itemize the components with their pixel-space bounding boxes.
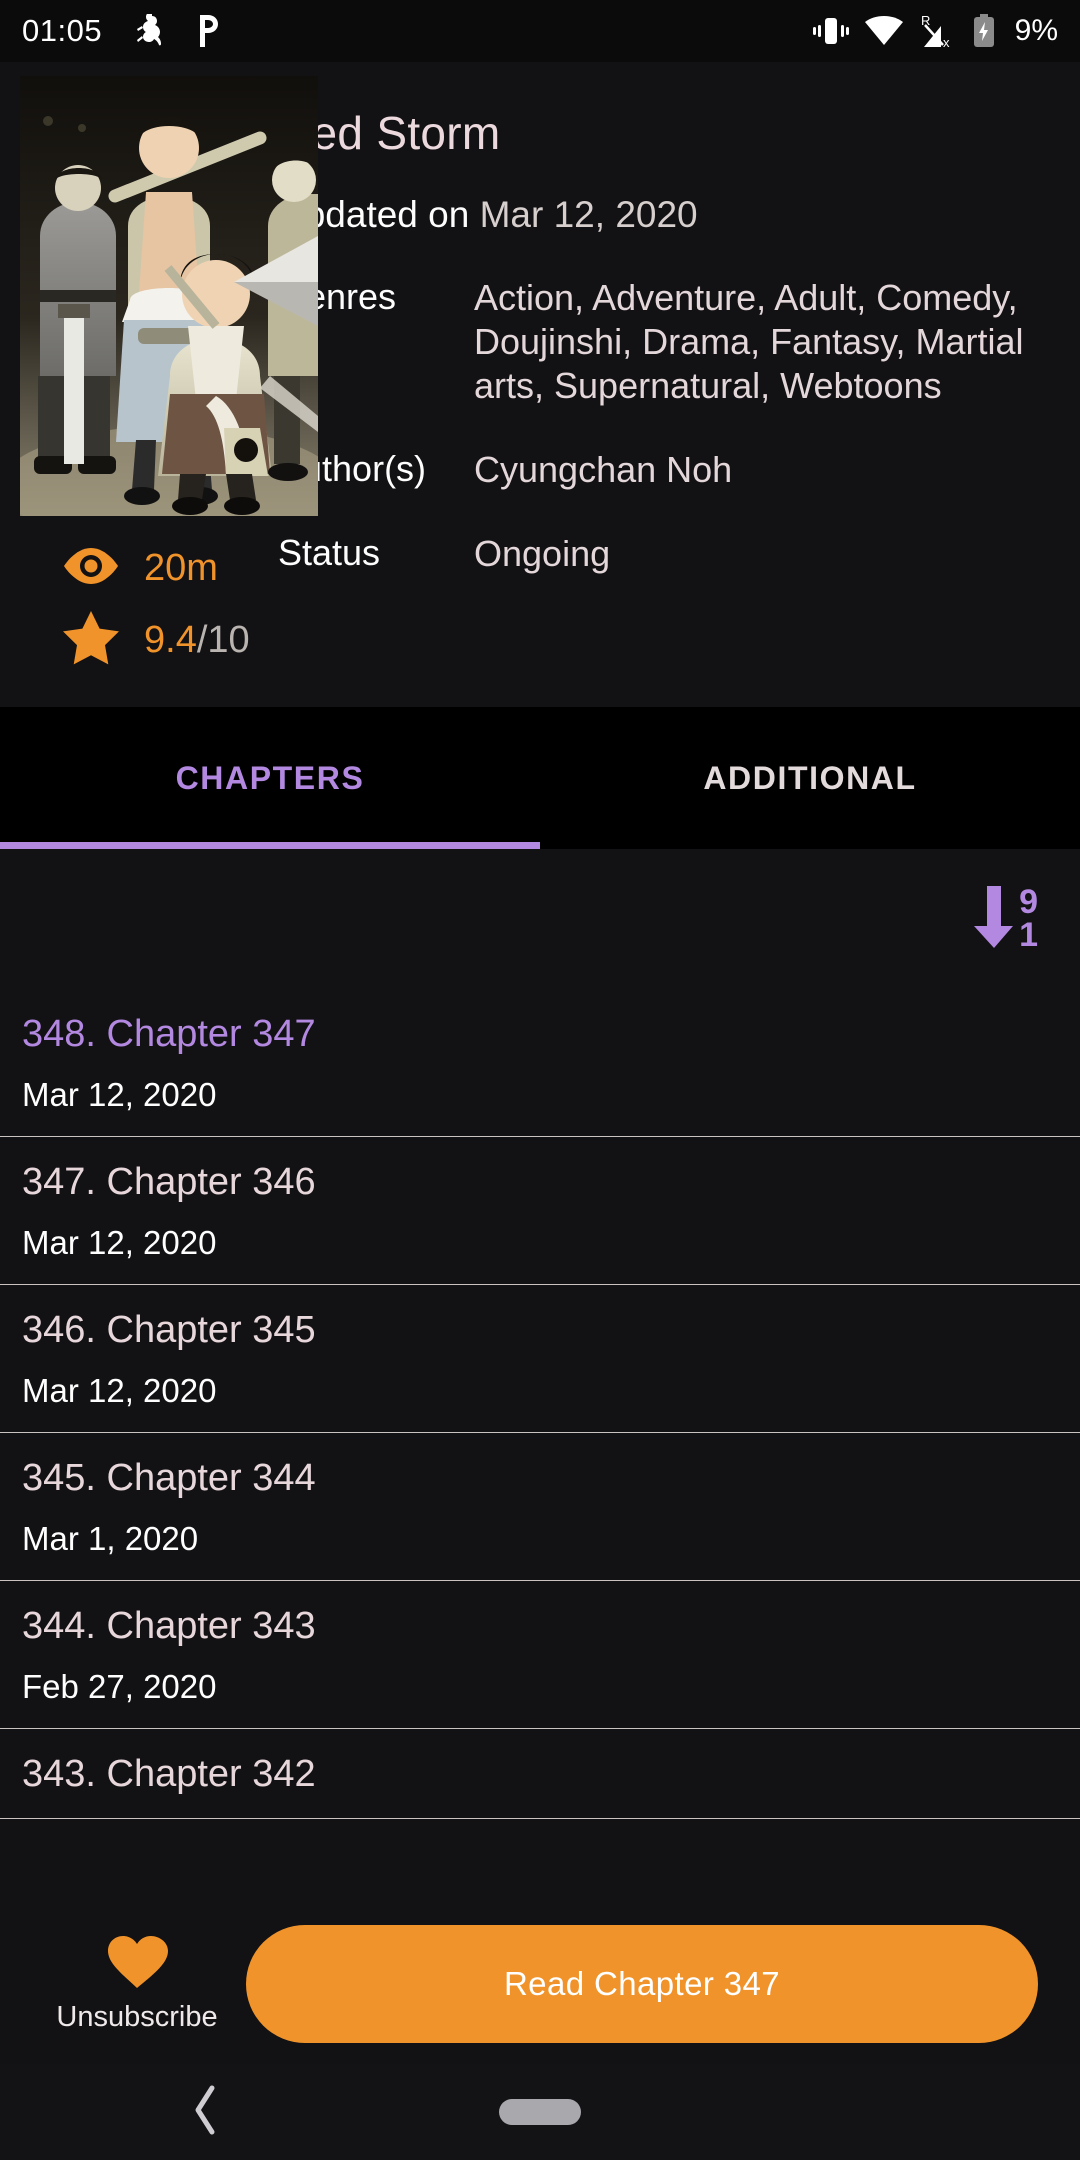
genres-value: Action, Adventure, Adult, Comedy, Doujin… — [474, 277, 1024, 406]
table-row[interactable]: 344. Chapter 343 Feb 27, 2020 — [0, 1581, 1080, 1729]
p-app-icon — [192, 14, 220, 48]
chapter-date: Mar 12, 2020 — [22, 1224, 217, 1261]
sort-bar: 9 1 — [0, 849, 1080, 989]
views-count: 20m — [144, 546, 218, 589]
tab-additional[interactable]: ADDITIONAL — [540, 707, 1080, 849]
unsubscribe-label: Unsubscribe — [56, 2001, 218, 2033]
table-row[interactable]: 343. Chapter 342 — [0, 1729, 1080, 1819]
chapter-title: 348. Chapter 347 — [22, 1013, 316, 1055]
table-row[interactable]: 345. Chapter 344 Mar 1, 2020 — [0, 1433, 1080, 1581]
heart-filled-icon — [106, 1934, 168, 1995]
status-bar: 01:05 Rx 9% — [0, 0, 1080, 62]
app-screen: 01:05 Rx 9% 20m 9.4/10 Red Storm Updated… — [0, 0, 1080, 2160]
rating-number: 9.4 — [144, 618, 197, 661]
sort-digit-bottom: 1 — [1019, 916, 1038, 954]
rating-denominator: /10 — [196, 618, 250, 661]
bottom-action-bar: Unsubscribe Read Chapter 347 — [0, 1904, 1080, 2064]
updated-date: Mar 12, 2020 — [479, 194, 698, 235]
chapter-title: 343. Chapter 342 — [22, 1753, 316, 1795]
android-nav-bar — [0, 2064, 1080, 2160]
table-row[interactable]: 348. Chapter 347 Mar 12, 2020 — [0, 989, 1080, 1137]
vibrate-icon — [812, 14, 849, 48]
tab-active-indicator — [0, 842, 540, 849]
status-row: Status Ongoing — [278, 532, 1050, 576]
genres-row: Genres Action, Adventure, Adult, Comedy,… — [278, 276, 1050, 408]
arrow-down-icon — [973, 884, 1015, 955]
sort-direction-digits: 9 1 — [1019, 883, 1038, 954]
chapter-title: 347. Chapter 346 — [22, 1161, 316, 1203]
home-pill-icon[interactable] — [499, 2099, 581, 2125]
status-bar-system-icons: Rx 9% — [812, 14, 1058, 48]
rating-value: 9.4/10 — [144, 619, 250, 662]
tab-bar: CHAPTERS ADDITIONAL — [0, 707, 1080, 849]
battery-percent-label: 9% — [1014, 14, 1058, 47]
status-bar-clock: 01:05 — [22, 13, 103, 48]
eye-icon — [62, 546, 120, 591]
status-label: Status — [278, 531, 381, 573]
wifi-icon — [864, 16, 903, 46]
sort-order-button[interactable]: 9 1 — [973, 884, 1038, 955]
chapter-title: 346. Chapter 345 — [22, 1309, 316, 1351]
chapter-title: 345. Chapter 344 — [22, 1457, 316, 1499]
table-row[interactable]: 346. Chapter 345 Mar 12, 2020 — [0, 1285, 1080, 1433]
authors-value: Cyungchan Noh — [474, 448, 733, 490]
authors-row: Author(s) Cyungchan Noh — [278, 448, 1050, 492]
read-chapter-button[interactable]: Read Chapter 347 — [246, 1925, 1038, 2043]
chapter-date: Mar 1, 2020 — [22, 1520, 199, 1557]
table-row[interactable]: 347. Chapter 346 Mar 12, 2020 — [0, 1137, 1080, 1285]
back-chevron-icon[interactable] — [188, 2082, 222, 2143]
svg-text:x: x — [943, 35, 950, 48]
status-value: Ongoing — [474, 532, 611, 574]
cellular-roaming-no-signal-icon: Rx — [919, 14, 957, 48]
status-bar-notification-icons — [136, 14, 220, 48]
battery-charging-icon — [973, 14, 995, 48]
chapter-title: 344. Chapter 343 — [22, 1605, 316, 1647]
tab-chapters[interactable]: CHAPTERS — [0, 707, 540, 849]
chapter-date: Mar 12, 2020 — [22, 1372, 217, 1409]
series-cover-image[interactable] — [20, 76, 318, 516]
series-header: 20m 9.4/10 Red Storm Updated on Mar 12, … — [0, 62, 1080, 707]
star-icon — [62, 610, 120, 671]
updated-row: Updated on Mar 12, 2020 — [278, 194, 1050, 236]
series-info-column: Red Storm Updated on Mar 12, 2020 Genres… — [250, 76, 1080, 707]
unsubscribe-button[interactable]: Unsubscribe — [42, 1934, 232, 2034]
series-title: Red Storm — [278, 107, 501, 159]
sort-digit-top: 9 — [1019, 883, 1038, 922]
ant-app-icon — [136, 14, 166, 48]
cover-column: 20m 9.4/10 — [0, 76, 318, 707]
chapter-date: Mar 12, 2020 — [22, 1076, 217, 1113]
chapter-date: Feb 27, 2020 — [22, 1668, 217, 1705]
